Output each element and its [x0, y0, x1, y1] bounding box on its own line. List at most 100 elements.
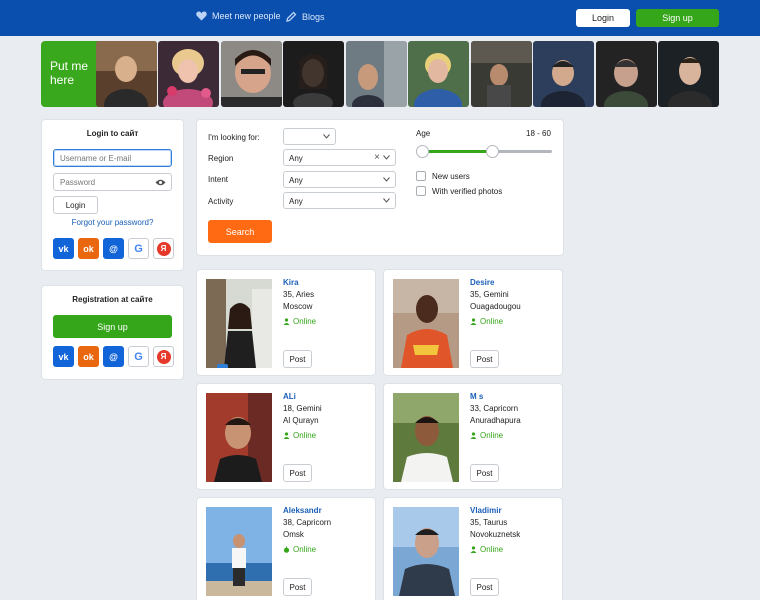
forgot-password-link[interactable]: Forgot your password? [42, 218, 183, 227]
featured-user-photo [658, 41, 719, 107]
pencil-icon [286, 11, 297, 22]
online-status-label: Online [293, 431, 317, 440]
eye-icon[interactable] [155, 179, 166, 186]
profile-card[interactable]: Aleksandr 38, Capricorn Omsk Online Post [196, 497, 376, 600]
post-button[interactable]: Post [470, 578, 499, 596]
profile-card[interactable]: Desire 35, Gemini Ouagadougou Online Pos… [383, 269, 563, 376]
vk-icon[interactable]: vk [53, 346, 74, 367]
featured-user-thumb[interactable] [346, 41, 407, 107]
person-icon [283, 318, 290, 325]
intent-select[interactable]: Any [283, 171, 396, 188]
verified-photos-checkbox[interactable] [416, 186, 426, 196]
region-value: Any [289, 154, 303, 163]
featured-user-thumb[interactable] [221, 41, 282, 107]
profile-image [206, 507, 272, 596]
profile-city: Al Qurayn [283, 416, 319, 425]
featured-user-thumb[interactable] [408, 41, 469, 107]
online-status: Online [283, 317, 316, 326]
vk-icon[interactable]: vk [53, 238, 74, 259]
looking-for-select[interactable] [283, 128, 336, 145]
profile-photo[interactable] [393, 393, 459, 482]
post-button[interactable]: Post [470, 350, 499, 368]
looking-for-label: I'm looking for: [208, 133, 260, 142]
profile-name[interactable]: Kira [283, 278, 299, 287]
online-status: Online [283, 545, 316, 554]
person-icon [470, 546, 477, 553]
featured-user-thumb[interactable] [471, 41, 532, 107]
header-signup-button[interactable]: Sign up [636, 9, 719, 27]
google-icon[interactable]: G [128, 346, 149, 367]
profile-name[interactable]: Vladimir [470, 506, 502, 515]
meet-new-people-link[interactable]: Meet new people [196, 11, 281, 21]
region-select[interactable]: Any × [283, 149, 396, 166]
chevron-down-icon [383, 155, 390, 160]
age-max-handle[interactable] [486, 145, 499, 158]
profile-photo[interactable] [206, 507, 272, 596]
post-button[interactable]: Post [283, 350, 312, 368]
featured-user-photo [221, 41, 282, 107]
login-social-row: vk ok @ G Я [53, 238, 174, 259]
apple-icon [283, 546, 290, 553]
header-login-button[interactable]: Login [576, 9, 630, 27]
profile-name[interactable]: Desire [470, 278, 494, 287]
password-placeholder: Password [60, 178, 96, 187]
yandex-icon[interactable]: Я [153, 346, 174, 367]
put-me-here-button[interactable]: Put me here [41, 41, 101, 107]
featured-user-thumb[interactable] [158, 41, 219, 107]
featured-user-photo [96, 41, 157, 107]
put-me-here-label: Put me here [50, 59, 89, 87]
profile-city: Moscow [283, 302, 313, 311]
blogs-label: Blogs [302, 11, 325, 22]
yandex-icon[interactable]: Я [153, 238, 174, 259]
profile-card[interactable]: ALi 18, Gemini Al Qurayn Online Post [196, 383, 376, 490]
activity-value: Any [289, 197, 303, 206]
login-panel-title: Login to сайт [86, 129, 139, 138]
profile-image [393, 507, 459, 596]
chevron-down-icon [323, 134, 330, 139]
blogs-link[interactable]: Blogs [286, 11, 325, 22]
mailru-icon[interactable]: @ [103, 238, 124, 259]
profile-photo[interactable] [393, 507, 459, 596]
profile-name[interactable]: M s [470, 392, 483, 401]
login-button[interactable]: Login [53, 196, 98, 214]
activity-select[interactable]: Any [283, 192, 396, 209]
featured-user-thumb[interactable] [658, 41, 719, 107]
chevron-down-icon [383, 177, 390, 182]
online-status-label: Online [480, 431, 504, 440]
age-slider-fill [421, 150, 491, 153]
username-input[interactable]: Username or E-mail [53, 149, 172, 167]
profile-card[interactable]: Vladimir 35, Taurus Novokuznetsk Online … [383, 497, 563, 600]
profile-name[interactable]: ALi [283, 392, 296, 401]
profile-photo[interactable] [206, 393, 272, 482]
profile-name[interactable]: Aleksandr [283, 506, 322, 515]
featured-user-thumb[interactable] [596, 41, 657, 107]
profile-card[interactable]: M s 33, Capricorn Anuradhapura Online Po… [383, 383, 563, 490]
signup-button[interactable]: Sign up [53, 315, 172, 338]
mailru-icon[interactable]: @ [103, 346, 124, 367]
region-label: Region [208, 154, 234, 163]
new-users-checkbox[interactable] [416, 171, 426, 181]
odnoklassniki-icon[interactable]: ok [78, 238, 99, 259]
password-input[interactable]: Password [53, 173, 172, 191]
post-button[interactable]: Post [470, 464, 499, 482]
online-status-label: Online [480, 317, 504, 326]
featured-user-thumb[interactable] [96, 41, 157, 107]
online-status: Online [283, 431, 316, 440]
featured-user-thumb[interactable] [283, 41, 344, 107]
intent-value: Any [289, 176, 303, 185]
profile-city: Omsk [283, 530, 304, 539]
profile-card[interactable]: Kira 35, Aries Moscow Online Post [196, 269, 376, 376]
profile-photo[interactable] [206, 279, 272, 368]
profile-photo[interactable] [393, 279, 459, 368]
odnoklassniki-icon[interactable]: ok [78, 346, 99, 367]
profile-city: Ouagadougou [470, 302, 521, 311]
post-button[interactable]: Post [283, 464, 312, 482]
google-icon[interactable]: G [128, 238, 149, 259]
featured-user-photo [283, 41, 344, 107]
featured-user-thumb[interactable] [533, 41, 594, 107]
clear-icon[interactable]: × [374, 152, 380, 163]
age-min-handle[interactable] [416, 145, 429, 158]
post-button[interactable]: Post [283, 578, 312, 596]
search-button[interactable]: Search [208, 220, 272, 243]
intent-label: Intent [208, 175, 229, 184]
